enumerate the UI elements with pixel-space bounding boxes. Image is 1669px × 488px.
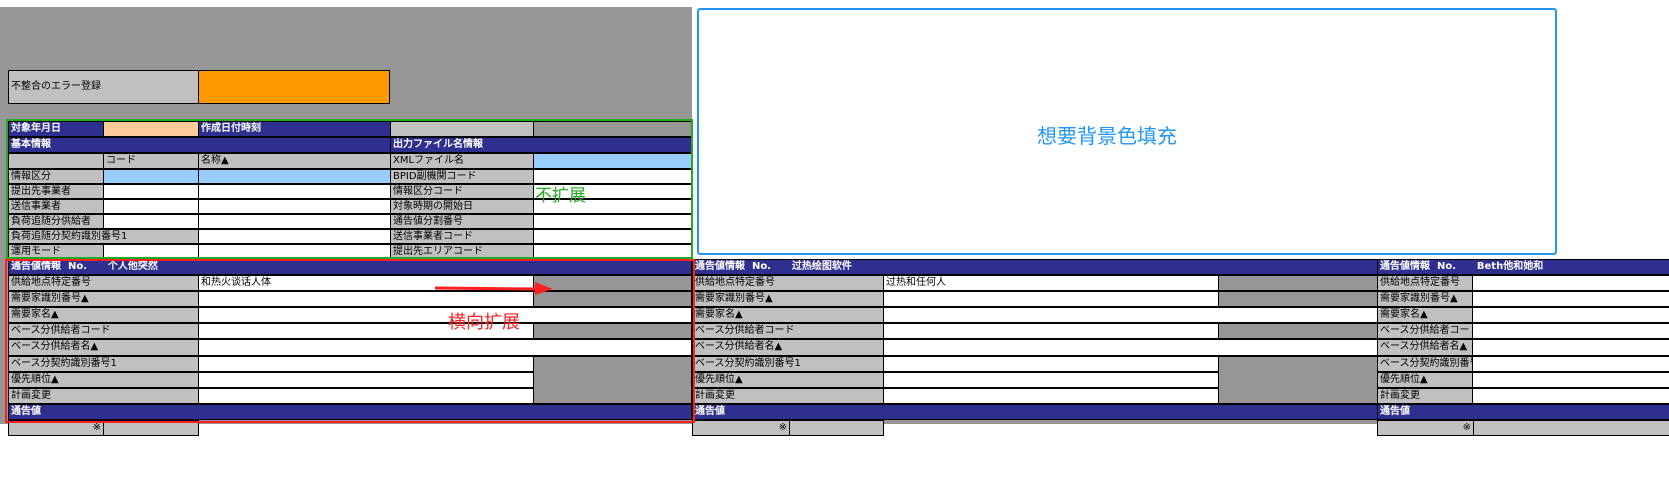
blank-cell <box>1219 291 1378 307</box>
notify-row-input[interactable] <box>884 339 1378 356</box>
notify-row: 供給地点特定番号 <box>1377 275 1669 291</box>
supply-point-input[interactable]: 过热和任何人 <box>884 275 1219 291</box>
notify-mark-cell: ※ <box>1377 420 1474 436</box>
notify-row-label: 優先順位▲ <box>692 372 884 388</box>
notify-row-input[interactable] <box>884 372 1219 388</box>
notify-row: ベース分契約識別番号1 <box>692 356 1378 372</box>
notify-row: ベース分供給者コード <box>692 323 1378 339</box>
red-annotation-box <box>5 259 695 423</box>
error-registration-field[interactable] <box>198 70 390 104</box>
notify-row: ベース分供給者名▲ <box>692 339 1378 356</box>
notify-row: 優先順位▲ <box>1377 372 1669 388</box>
notify-row-label: ベース分供給者名▲ <box>692 339 884 356</box>
notify-block-2-header: 通告値情報 No. 过热绘图软件 <box>692 259 1378 275</box>
notify-row: 需要家名▲ <box>692 307 1378 323</box>
notify-row-input[interactable] <box>884 291 1219 307</box>
notify-row: ベース分供給者名▲ <box>1377 339 1669 356</box>
notify-row: ベース分供給者コード <box>1377 323 1669 339</box>
supply-point-input[interactable] <box>1473 275 1669 291</box>
notify-row: 需要家名▲ <box>1377 307 1669 323</box>
notify-row-input[interactable] <box>1473 307 1669 323</box>
notify-row-label: ベース分供給者コード <box>692 323 884 339</box>
notify-row-input[interactable] <box>884 323 1219 339</box>
red-arrow-icon <box>434 282 553 295</box>
notify-row: 計画変更 <box>692 388 1378 404</box>
green-annotation-box <box>6 119 693 259</box>
notify-title: 通告値情報 <box>1380 261 1430 272</box>
notify-value-cell[interactable] <box>1473 420 1669 436</box>
notify-footer: 通告値 <box>692 404 1378 420</box>
bg-fill-note: 想要背景色填充 <box>1037 124 1177 148</box>
notify-row: 需要家識別番号▲ <box>1377 291 1669 307</box>
blank-cell <box>1219 323 1378 339</box>
notify-row: 供給地点特定番号 过热和任何人 <box>692 275 1378 291</box>
notify-row-label: 需要家名▲ <box>1377 307 1473 323</box>
notify-row-input[interactable] <box>884 356 1219 372</box>
notify-mark-cell: ※ <box>692 420 790 436</box>
no-expand-note: 不扩展 <box>535 186 586 206</box>
notify-row-input[interactable] <box>1473 388 1669 404</box>
mark-symbol: ※ <box>92 422 101 433</box>
notify-block-3-header: 通告値情報 No. Beth他和她和 <box>1377 259 1669 275</box>
blank-cell <box>1219 275 1378 291</box>
notify-no-label: No. <box>1436 261 1457 272</box>
notify-row: 需要家識別番号▲ <box>692 291 1378 307</box>
notify-footer: 通告値 <box>1377 404 1669 420</box>
notify-row: 計画変更 <box>1377 388 1669 404</box>
mark-symbol: ※ <box>1462 422 1471 433</box>
notify-row-input[interactable] <box>1473 356 1669 372</box>
notify-row-label: 供給地点特定番号 <box>1377 275 1473 291</box>
notify-row: 優先順位▲ <box>692 372 1378 388</box>
notify-block-name: 过热绘图软件 <box>791 261 852 272</box>
error-registration-label: 不整合のエラー登録 <box>8 70 199 104</box>
notify-row-label: ベース分供給者コード <box>1377 323 1473 339</box>
notify-row-label: 供給地点特定番号 <box>692 275 884 291</box>
blank-cell <box>1219 372 1378 388</box>
notify-no-label: No. <box>751 261 772 272</box>
notify-row-input[interactable] <box>1473 339 1669 356</box>
mark-symbol: ※ <box>778 422 787 433</box>
notify-value-cell[interactable] <box>789 420 884 436</box>
horizontal-expand-note: 横向扩展 <box>448 312 520 333</box>
notify-row-label: ベース分契約識別番号1 <box>1377 356 1473 372</box>
notify-row-label: 計画変更 <box>1377 388 1473 404</box>
notify-row: ベース分契約識別番号1 <box>1377 356 1669 372</box>
notify-row-label: 需要家識別番号▲ <box>1377 291 1473 307</box>
notify-block-name: Beth他和她和 <box>1476 261 1544 272</box>
notify-row-label: 計画変更 <box>692 388 884 404</box>
notify-row-label: 優先順位▲ <box>1377 372 1473 388</box>
notify-row-label: 需要家識別番号▲ <box>692 291 884 307</box>
notify-row-label: ベース分供給者名▲ <box>1377 339 1473 356</box>
notify-row-input[interactable] <box>1473 372 1669 388</box>
blank-cell <box>1219 388 1378 404</box>
notify-row-input[interactable] <box>1473 291 1669 307</box>
notify-row-label: ベース分契約識別番号1 <box>692 356 884 372</box>
notify-row-input[interactable] <box>884 307 1378 323</box>
notify-title: 通告値情報 <box>695 261 745 272</box>
notify-row-input[interactable] <box>1473 323 1669 339</box>
notify-row-input[interactable] <box>884 388 1219 404</box>
notify-row-label: 需要家名▲ <box>692 307 884 323</box>
blank-cell <box>1219 356 1378 372</box>
